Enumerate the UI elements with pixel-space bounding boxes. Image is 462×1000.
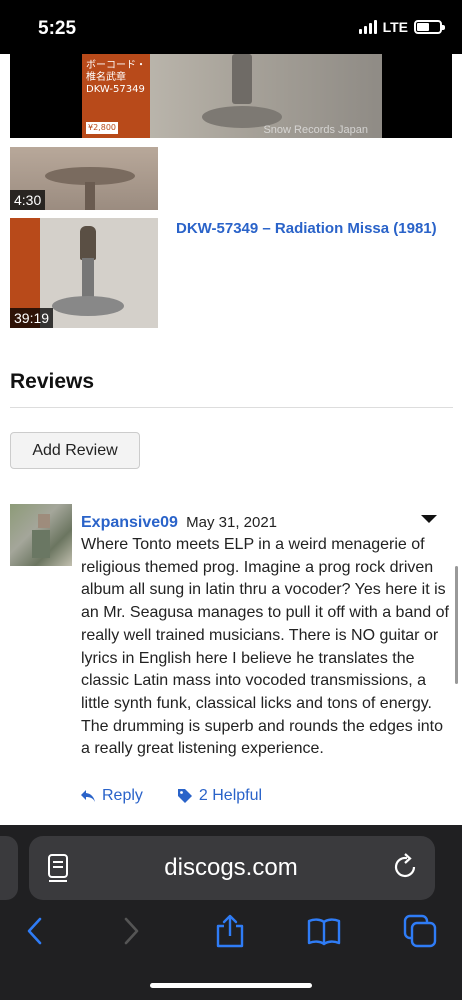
- helpful-label: 2 Helpful: [198, 787, 263, 804]
- signal-icon: [358, 20, 377, 34]
- video-duration: 4:30: [10, 190, 46, 210]
- reviewer-avatar[interactable]: [10, 504, 72, 566]
- reviewer-name-link[interactable]: Expansive09: [81, 514, 178, 531]
- helpful-button[interactable]: 2 Helpful: [177, 787, 262, 805]
- video-thumbnail[interactable]: 39:19: [10, 218, 158, 328]
- section-divider: [10, 407, 453, 408]
- album-cover-image: ボーコード・ 椎名武章 DKW-57349 ¥2,800 Snow Record…: [82, 54, 382, 138]
- video-title-link[interactable]: DKW-57349 – Radiation Missa (1981): [176, 220, 437, 237]
- reply-label: Reply: [102, 787, 143, 804]
- reply-button[interactable]: Reply: [80, 787, 143, 805]
- image-watermark: Snow Records Japan: [263, 124, 368, 136]
- review-meta: Expansive09 May 31, 2021: [81, 512, 453, 534]
- review-text: Where Tonto meets ELP in a weird menager…: [81, 536, 449, 758]
- video-thumbnail[interactable]: 4:30: [10, 147, 158, 210]
- back-icon[interactable]: [18, 913, 54, 949]
- status-time: 5:25: [38, 18, 77, 39]
- browser-toolbar: [0, 905, 462, 960]
- add-review-button[interactable]: Add Review: [10, 432, 140, 469]
- bookmarks-icon[interactable]: [306, 913, 342, 949]
- tabs-icon[interactable]: [402, 913, 438, 949]
- video-player[interactable]: ボーコード・ 椎名武章 DKW-57349 ¥2,800 Snow Record…: [10, 54, 452, 138]
- forward-icon[interactable]: [112, 913, 148, 949]
- review-date: May 31, 2021: [186, 514, 278, 531]
- reviews-heading: Reviews: [10, 370, 95, 393]
- share-icon[interactable]: [212, 913, 248, 949]
- obi-strip: ボーコード・ 椎名武章 DKW-57349 ¥2,800: [82, 54, 150, 138]
- status-indicators: LTE: [358, 19, 445, 35]
- video-item[interactable]: 39:19 DKW-57349 – Radiation Missa (1981): [10, 218, 452, 328]
- scroll-indicator: [455, 566, 458, 684]
- reply-icon: [81, 790, 95, 802]
- obi-price: ¥2,800: [86, 122, 118, 134]
- review-actions: Reply 2 Helpful: [80, 787, 262, 805]
- review-body: Expansive09 May 31, 2021 Where Tonto mee…: [81, 512, 453, 761]
- video-item[interactable]: 4:30: [10, 147, 452, 210]
- home-indicator: [150, 983, 312, 988]
- battery-icon: [414, 20, 445, 34]
- reload-icon[interactable]: [393, 853, 419, 881]
- status-bar: 5:25 LTE: [0, 0, 462, 54]
- review-menu-caret-icon[interactable]: [421, 515, 437, 523]
- video-duration: 39:19: [10, 308, 54, 328]
- network-type: LTE: [382, 19, 408, 35]
- tag-icon: [177, 789, 192, 803]
- obi-text: ボーコード・ 椎名武章 DKW-57349: [86, 60, 146, 95]
